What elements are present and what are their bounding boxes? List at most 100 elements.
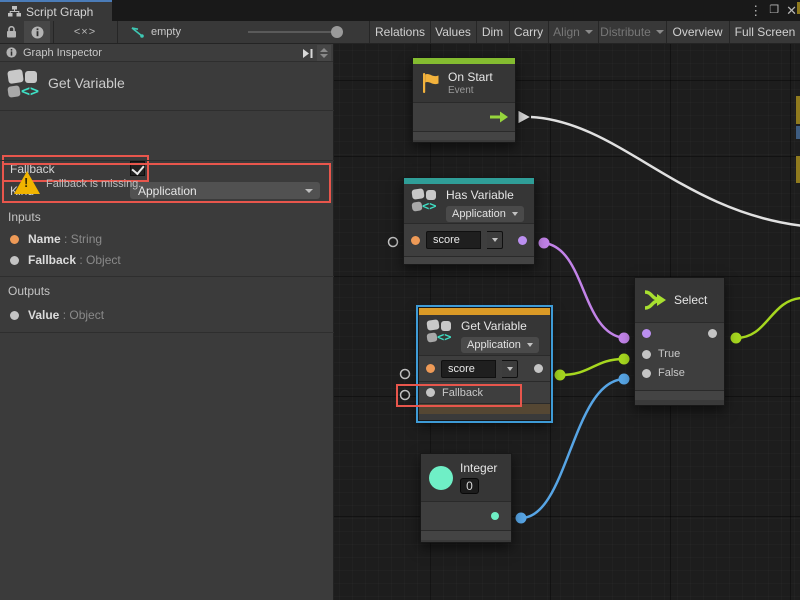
inspector-toggle-button[interactable] xyxy=(24,21,50,43)
variable-name-dropdown[interactable] xyxy=(502,360,518,378)
variable-name-field[interactable]: score xyxy=(441,360,496,378)
toolbar-button-relations[interactable]: Relations xyxy=(371,21,429,43)
node-title: Select xyxy=(674,293,707,308)
node-on-start[interactable]: On Start Event xyxy=(412,57,516,143)
kebab-menu-icon[interactable]: ⋮ xyxy=(749,4,762,17)
offscreen-node-edge xyxy=(796,96,800,124)
chevron-down-icon xyxy=(656,30,664,34)
control-wire[interactable] xyxy=(531,117,800,226)
string-port-icon xyxy=(10,235,19,244)
variable-icon: <> xyxy=(427,319,454,345)
wire-endpoint[interactable] xyxy=(619,354,630,365)
input-row-name: Name : String xyxy=(10,232,102,246)
code-preview-button[interactable]: <×> xyxy=(53,21,117,43)
toolbar-button-carry[interactable]: Carry xyxy=(510,21,547,43)
select-icon xyxy=(643,288,667,312)
integer-output-port[interactable] xyxy=(491,512,499,520)
variable-name-dropdown[interactable] xyxy=(487,231,503,249)
chevron-down-icon xyxy=(527,343,533,347)
variable-kind-dropdown[interactable]: Application xyxy=(461,337,539,353)
string-port[interactable] xyxy=(411,236,420,245)
condition-port[interactable] xyxy=(642,329,651,338)
lock-button[interactable] xyxy=(0,21,22,43)
wire-endpoint[interactable] xyxy=(539,238,550,249)
node-integer[interactable]: Integer 0 xyxy=(420,453,512,543)
offscreen-node-edge xyxy=(796,126,800,139)
toolbar-button-distribute[interactable]: Distribute xyxy=(599,21,665,43)
zoom-slider-track[interactable] xyxy=(248,31,340,33)
false-port[interactable] xyxy=(642,369,651,378)
zoom-slider-handle[interactable] xyxy=(331,26,343,38)
script-graph-window: Script Graph ⋮ ❐ ✕ <×> xyxy=(0,0,800,600)
tab-script-graph[interactable]: Script Graph xyxy=(0,0,112,21)
string-port[interactable] xyxy=(426,364,435,373)
output-row-value: Value : Object xyxy=(10,308,104,322)
toolbar-button-fullscreen[interactable]: Full Screen xyxy=(730,21,800,43)
annotation-box-warning: Fallback is missing. xyxy=(2,163,331,203)
wire-endpoint[interactable] xyxy=(619,374,630,385)
maximize-icon[interactable]: ❐ xyxy=(769,5,779,16)
graph-inspector-panel: Graph Inspector <> Get Variable Fallbac xyxy=(0,44,334,600)
wire-endpoint[interactable] xyxy=(731,333,742,344)
warning-icon xyxy=(14,171,40,194)
selection-output-port[interactable] xyxy=(708,329,717,338)
true-port[interactable] xyxy=(642,350,651,359)
inspector-title: Graph Inspector xyxy=(23,47,102,59)
integer-type-icon xyxy=(429,466,453,490)
node-subtitle: Event xyxy=(448,85,493,96)
wire-endpoint[interactable] xyxy=(555,370,566,381)
wire-get-variable-to-select[interactable] xyxy=(560,359,624,375)
graph-canvas[interactable]: On Start Event <> xyxy=(334,44,800,600)
input-row-fallback: Fallback : Object xyxy=(10,253,121,267)
unconnected-port[interactable] xyxy=(389,238,398,247)
wire-has-variable-to-select[interactable] xyxy=(544,243,624,338)
annotation-box-fallback-port xyxy=(396,384,522,407)
unconnected-port[interactable] xyxy=(401,370,410,379)
chevron-down-icon xyxy=(492,238,498,242)
lock-icon xyxy=(6,26,17,38)
toolbar-button-overview[interactable]: Overview xyxy=(667,21,728,43)
flow-arrow-icon[interactable] xyxy=(490,111,508,123)
toolbar-button-dim[interactable]: Dim xyxy=(477,21,508,43)
integer-value-field[interactable]: 0 xyxy=(460,478,479,494)
dock-panel-icon[interactable] xyxy=(302,48,314,59)
variable-name-field[interactable]: score xyxy=(426,231,481,249)
scroll-spinner[interactable] xyxy=(317,45,331,61)
wire-endpoint[interactable] xyxy=(619,333,630,344)
node-select[interactable]: Select True False xyxy=(634,277,725,406)
chevron-down-icon xyxy=(585,30,593,34)
warning-text: Fallback is missing. xyxy=(46,178,141,190)
bool-output-port[interactable] xyxy=(518,236,527,245)
graph-icon xyxy=(8,6,21,17)
wire-select-output[interactable] xyxy=(736,298,800,338)
node-color-bar xyxy=(419,308,550,315)
true-port-label: True xyxy=(658,348,680,360)
close-icon[interactable]: ✕ xyxy=(786,4,797,17)
selection-label: empty xyxy=(151,26,181,38)
inspector-header: Graph Inspector xyxy=(0,44,333,62)
node-title: On Start xyxy=(448,70,493,85)
control-port-triangle[interactable] xyxy=(518,110,531,124)
toolbar-button-align[interactable]: Align xyxy=(549,21,597,43)
chevron-down-icon xyxy=(320,54,328,58)
toolbar-button-values[interactable]: Values xyxy=(431,21,475,43)
wire-layer xyxy=(334,44,800,600)
chevron-down-icon xyxy=(507,367,513,371)
chevron-down-icon xyxy=(512,212,518,216)
tab-bar: Script Graph ⋮ ❐ ✕ xyxy=(0,0,800,21)
value-output-port[interactable] xyxy=(534,364,543,373)
object-port-icon xyxy=(10,256,19,265)
wire-endpoint[interactable] xyxy=(516,513,527,524)
code-angle-icon: <×> xyxy=(74,26,96,38)
node-title: Get Variable xyxy=(461,319,539,334)
selection-cursor-icon xyxy=(130,26,145,39)
selection-indicator: empty xyxy=(130,21,200,43)
unit-title: Get Variable xyxy=(48,75,125,91)
flag-icon xyxy=(421,72,441,94)
graph-toolbar: <×> empty Zoom 1x Relations Values Dim C… xyxy=(0,21,800,44)
node-has-variable[interactable]: <> Has Variable Application score xyxy=(403,177,535,265)
variable-kind-dropdown[interactable]: Application xyxy=(446,206,524,222)
node-title: Integer xyxy=(460,461,497,476)
chevron-up-icon xyxy=(320,48,328,52)
tab-title: Script Graph xyxy=(26,5,93,19)
